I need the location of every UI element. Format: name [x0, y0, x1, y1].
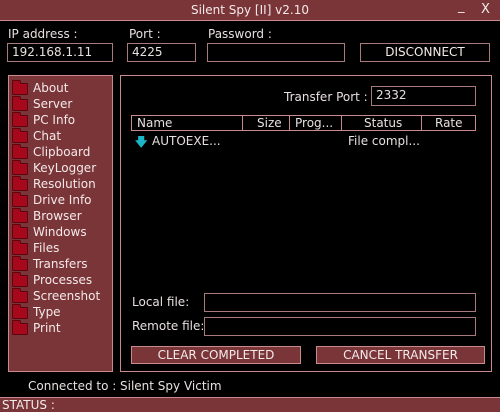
folder-icon	[12, 192, 28, 207]
sidebar-item-label: Browser	[33, 209, 82, 223]
sidebar-item-browser[interactable]: Browser	[9, 208, 112, 224]
sidebar-item-type[interactable]: Type	[9, 304, 112, 320]
table-header: Name Size Prog... Status Rate	[131, 115, 476, 131]
sidebar-item-files[interactable]: Files	[9, 240, 112, 256]
sidebar-item-label: Print	[33, 321, 61, 335]
folder-icon	[12, 320, 28, 335]
folder-icon	[12, 96, 28, 111]
sidebar-item-pc-info[interactable]: PC Info	[9, 112, 112, 128]
status-bar: STATUS :	[0, 397, 500, 412]
folder-icon	[12, 224, 28, 239]
sidebar-item-transfers[interactable]: Transfers	[9, 256, 112, 272]
sidebar-item-processes[interactable]: Processes	[9, 272, 112, 288]
folder-icon	[12, 272, 28, 287]
sidebar-item-server[interactable]: Server	[9, 96, 112, 112]
clear-completed-button[interactable]: CLEAR COMPLETED	[131, 346, 301, 364]
remote-file-input[interactable]	[204, 317, 476, 336]
password-input[interactable]	[207, 43, 345, 62]
folder-icon	[12, 80, 28, 95]
sidebar-item-label: About	[33, 81, 69, 95]
column-header-status[interactable]: Status	[342, 116, 422, 130]
sidebar-item-clipboard[interactable]: Clipboard	[9, 144, 112, 160]
port-input[interactable]: 4225	[127, 43, 196, 62]
transfers-table: Name Size Prog... Status Rate 🡇 AUTOEXE.…	[131, 115, 476, 285]
row-status: File compl...	[348, 134, 420, 148]
sidebar-item-label: PC Info	[33, 113, 76, 127]
sidebar-item-label: Processes	[33, 273, 93, 287]
row-name: AUTOEXE...	[152, 134, 221, 148]
sidebar-item-label: Transfers	[33, 257, 88, 271]
column-header-size[interactable]: Size	[243, 116, 290, 130]
sidebar-item-resolution[interactable]: Resolution	[9, 176, 112, 192]
sidebar-item-label: Type	[33, 305, 61, 319]
connected-to-label: Connected to :	[28, 379, 117, 393]
sidebar-menu: About Server PC Info Chat Clipboard KeyL…	[8, 75, 113, 372]
sidebar-item-label: Clipboard	[33, 145, 91, 159]
sidebar-item-windows[interactable]: Windows	[9, 224, 112, 240]
sidebar-item-keylogger[interactable]: KeyLogger	[9, 160, 112, 176]
folder-icon	[12, 176, 28, 191]
folder-icon	[12, 256, 28, 271]
column-header-progress[interactable]: Prog...	[290, 116, 342, 130]
folder-icon	[12, 160, 28, 175]
transfer-port-label: Transfer Port :	[284, 90, 368, 104]
folder-icon	[12, 208, 28, 223]
folder-icon	[12, 112, 28, 127]
sidebar-item-label: Screenshot	[33, 289, 101, 303]
sidebar-item-label: Files	[33, 241, 60, 255]
folder-icon	[12, 144, 28, 159]
folder-icon	[12, 304, 28, 319]
table-row[interactable]: 🡇 AUTOEXE... File compl...	[131, 134, 476, 150]
sidebar-item-label: Server	[33, 97, 73, 111]
close-button[interactable]: X	[481, 2, 490, 17]
folder-icon	[12, 240, 28, 255]
minimize-button[interactable]: _	[458, 0, 465, 14]
status-label: STATUS :	[2, 398, 55, 412]
sidebar-item-chat[interactable]: Chat	[9, 128, 112, 144]
transfer-port-input[interactable]: 2332	[371, 86, 476, 106]
port-label: Port :	[129, 27, 161, 41]
column-header-rate[interactable]: Rate	[422, 116, 475, 130]
sidebar-item-label: Chat	[33, 129, 62, 143]
cancel-transfer-button[interactable]: CANCEL TRANSFER	[316, 346, 485, 364]
ip-address-label: IP address :	[8, 27, 78, 41]
sidebar-item-print[interactable]: Print	[9, 320, 112, 336]
sidebar-item-drive-info[interactable]: Drive Info	[9, 192, 112, 208]
window-title: Silent Spy [II] v2.10	[190, 3, 310, 17]
connected-to-value: Silent Spy Victim	[120, 379, 222, 393]
remote-file-label: Remote file:	[132, 319, 205, 333]
folder-icon	[12, 128, 28, 143]
disconnect-button[interactable]: DISCONNECT	[360, 43, 490, 62]
sidebar-item-label: Windows	[33, 225, 87, 239]
column-header-name[interactable]: Name	[132, 116, 243, 130]
sidebar-item-screenshot[interactable]: Screenshot	[9, 288, 112, 304]
ip-address-input[interactable]: 192.168.1.11	[7, 43, 113, 62]
local-file-label: Local file:	[132, 295, 190, 309]
sidebar-item-label: KeyLogger	[33, 161, 97, 175]
sidebar-item-label: Resolution	[33, 177, 96, 191]
title-bar[interactable]: Silent Spy [II] v2.10 _ X	[0, 0, 500, 21]
folder-icon	[12, 288, 28, 303]
password-label: Password :	[208, 27, 272, 41]
sidebar-item-about[interactable]: About	[9, 80, 112, 96]
sidebar-item-label: Drive Info	[33, 193, 92, 207]
download-arrow-icon: 🡇	[135, 135, 148, 149]
local-file-input[interactable]	[204, 293, 476, 312]
